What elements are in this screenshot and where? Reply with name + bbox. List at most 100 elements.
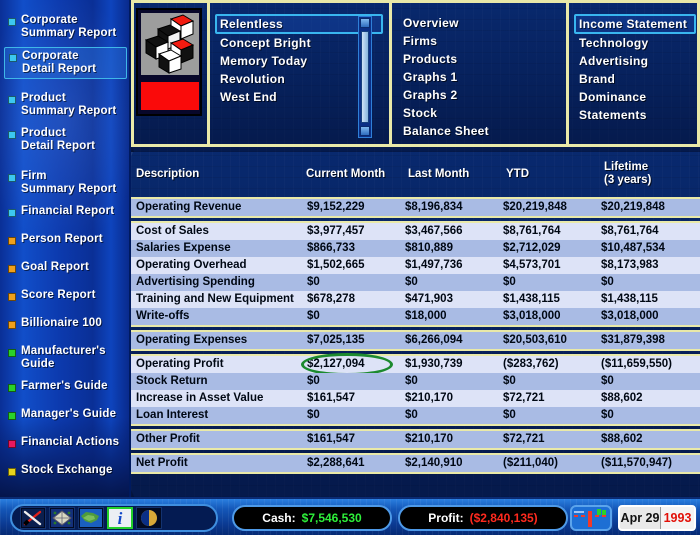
section-item-products[interactable]: Products	[398, 50, 558, 68]
info-icon[interactable]: i	[107, 507, 133, 529]
company-list-scrollbar[interactable]	[358, 16, 372, 138]
table-row[interactable]: Salaries Expense $866,733 $810,889 $2,712,0…	[131, 240, 700, 257]
row-value-4: $8,173,983	[601, 259, 659, 271]
sidebar-item-manufacturer-s-guide[interactable]: Manufacturer's Guide	[4, 343, 127, 373]
world-map-icon[interactable]	[78, 507, 104, 529]
date-display[interactable]: Apr 29 1993	[618, 505, 696, 531]
table-row[interactable]: Operating Revenue $9,152,229 $8,196,834 $20…	[131, 199, 700, 216]
table-row[interactable]: Training and New Equipment $678,278 $471,9…	[131, 291, 700, 308]
row-value-1: $0	[307, 409, 320, 421]
row-value-2: $810,889	[405, 242, 453, 254]
row-description: Advertising Spending	[136, 276, 255, 288]
sidebar-item-label: Financial Report	[21, 205, 115, 217]
top-panel-strip: Relentless Concept Bright Memory Today Revo…	[131, 0, 700, 152]
profit-readout: Profit: ($2,840,135)	[398, 505, 568, 531]
row-value-4: $0	[601, 375, 614, 387]
detail-item-advertising[interactable]: Advertising	[574, 52, 696, 70]
row-value-3: $0	[503, 375, 516, 387]
row-description: Salaries Expense	[136, 242, 231, 254]
table-row[interactable]: Operating Profit $2,127,094 $1,930,739 ($28…	[131, 353, 700, 376]
row-value-2: $1,930,739	[405, 358, 463, 370]
detail-item-statements[interactable]: Statements	[574, 106, 696, 124]
row-value-1: $2,127,094	[307, 358, 365, 370]
row-value-3: $8,761,764	[503, 225, 561, 237]
row-value-3: $3,018,000	[503, 310, 561, 322]
sidebar-item-billionaire-100[interactable]: Billionaire 100	[4, 315, 127, 332]
detail-item-dominance[interactable]: Dominance	[574, 88, 696, 106]
status-bar: i Cash: $7,546,530 Profit: ($2,840,135)	[0, 497, 700, 535]
row-value-1: $9,152,229	[307, 201, 365, 213]
sidebar-item-score-report[interactable]: Score Report	[4, 287, 127, 304]
table-row[interactable]: Loan Interest $0 $0 $0 $0	[131, 407, 700, 424]
row-value-4: $0	[601, 276, 614, 288]
city-map-icon[interactable]	[49, 507, 75, 529]
sidebar-item-label: Financial Actions	[21, 436, 120, 448]
section-item-overview[interactable]: Overview	[398, 14, 558, 32]
clock-icon[interactable]	[136, 507, 162, 529]
date-year: 1993	[660, 507, 694, 529]
row-value-1: $0	[307, 310, 320, 322]
sidebar-item-product-detail-report[interactable]: Product Detail Report	[4, 125, 127, 155]
square-bullet-icon	[8, 131, 16, 139]
stock-graph-icon[interactable]	[570, 505, 612, 531]
row-value-3: ($283,762)	[503, 358, 559, 370]
income-statement-table: Description Current Month Last Month YTD…	[131, 152, 700, 535]
sidebar-item-stock-exchange[interactable]: Stock Exchange	[4, 462, 127, 479]
row-value-2: $3,467,566	[405, 225, 463, 237]
sidebar-item-product-summary-report[interactable]: Product Summary Report	[4, 90, 127, 120]
table-row[interactable]: Write-offs $0 $18,000 $3,018,000 $3,018,000	[131, 308, 700, 325]
section-item-graphs-2[interactable]: Graphs 2	[398, 86, 558, 104]
profit-value: ($2,840,135)	[469, 511, 538, 525]
scroll-down-arrow[interactable]	[360, 126, 370, 136]
row-description: Stock Return	[136, 375, 208, 387]
table-row[interactable]: Cost of Sales $3,977,457 $3,467,566 $8,761,…	[131, 223, 700, 240]
section-list[interactable]: Overview Firms Products Graphs 1 Graphs 2 Sto…	[398, 14, 558, 140]
section-item-balance-sheet[interactable]: Balance Sheet	[398, 122, 558, 140]
sidebar-item-goal-report[interactable]: Goal Report	[4, 259, 127, 276]
table-group: Operating Profit $2,127,094 $1,930,739 ($28…	[131, 353, 700, 426]
scroll-up-arrow[interactable]	[360, 18, 370, 28]
table-row[interactable]: Increase in Asset Value $161,547 $210,170 $…	[131, 390, 700, 407]
sidebar-item-firm-summary-report[interactable]: Firm Summary Report	[4, 168, 127, 198]
detail-list[interactable]: Income Statement Technology Advertising Bra…	[574, 14, 696, 124]
table-row[interactable]: Operating Overhead $1,502,665 $1,497,736 $4…	[131, 257, 700, 274]
section-item-stock[interactable]: Stock	[398, 104, 558, 122]
row-value-2: $210,170	[405, 392, 453, 404]
square-bullet-icon	[8, 321, 16, 329]
table-header-row: Description Current Month Last Month YTD…	[131, 152, 700, 197]
build-tools-icon[interactable]	[20, 507, 46, 529]
row-value-2: $210,170	[405, 433, 453, 445]
sidebar-item-corporate-detail-report[interactable]: Corporate Detail Report	[4, 47, 127, 79]
sidebar-item-person-report[interactable]: Person Report	[4, 231, 127, 248]
table-row[interactable]: Stock Return $0 $0 $0 $0	[131, 373, 700, 390]
cash-value: $7,546,530	[301, 511, 362, 525]
row-description: Other Profit	[136, 433, 200, 445]
table-row[interactable]: Other Profit $161,547 $210,170 $72,721 $88,6…	[131, 431, 700, 448]
square-bullet-icon	[8, 96, 16, 104]
row-value-2: $0	[405, 409, 418, 421]
row-value-3: $1,438,115	[503, 293, 560, 305]
row-description: Training and New Equipment	[136, 293, 294, 305]
sidebar-item-corporate-summary-report[interactable]: Corporate Summary Report	[4, 12, 127, 42]
divider-top	[131, 0, 700, 3]
sidebar-item-financial-report[interactable]: Financial Report	[4, 203, 127, 220]
detail-item-brand[interactable]: Brand	[574, 70, 696, 88]
table-row[interactable]: Operating Expenses $7,025,135 $6,266,094 $2…	[131, 332, 700, 349]
detail-item-technology[interactable]: Technology	[574, 34, 696, 52]
sidebar-item-farmer-s-guide[interactable]: Farmer's Guide	[4, 378, 127, 395]
row-description: Cost of Sales	[136, 225, 209, 237]
row-value-2: $1,497,736	[405, 259, 463, 271]
row-value-1: $866,733	[307, 242, 355, 254]
detail-item-income-statement[interactable]: Income Statement	[574, 14, 696, 34]
section-item-graphs-1[interactable]: Graphs 1	[398, 68, 558, 86]
sidebar-item-manager-s-guide[interactable]: Manager's Guide	[4, 406, 127, 423]
scroll-thumb[interactable]	[361, 31, 369, 123]
row-description: Operating Expenses	[136, 334, 248, 346]
col-header-ytd: YTD	[506, 168, 529, 180]
table-row[interactable]: Advertising Spending $0 $0 $0 $0	[131, 274, 700, 291]
section-item-firms[interactable]: Firms	[398, 32, 558, 50]
table-row[interactable]: Net Profit $2,288,641 $2,140,910 ($211,040)…	[131, 455, 700, 472]
row-value-3: $72,721	[503, 433, 545, 445]
col-header-last-month: Last Month	[408, 168, 470, 180]
sidebar-item-financial-actions[interactable]: Financial Actions	[4, 434, 127, 451]
